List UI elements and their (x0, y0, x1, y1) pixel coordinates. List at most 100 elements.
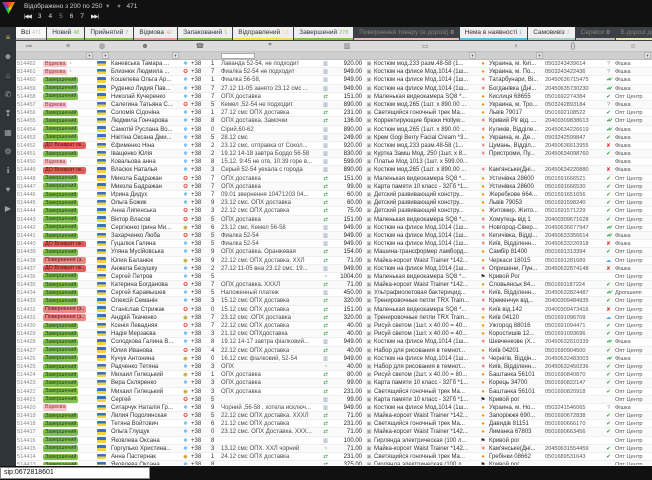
order-row[interactable]: 514415 Завершений Горгулько Христина... … (16, 445, 652, 453)
order-row[interactable]: 514414 Завершений Анна Пастернак ◉ +38 1… (16, 453, 652, 461)
status-tab[interactable]: Завершений278 (294, 27, 353, 40)
filter-caret-icon[interactable]: ▾ (172, 52, 179, 59)
order-row[interactable]: 514436 Завершений Сергей Петров ❄ +38 5 … (16, 273, 652, 281)
video-icon[interactable]: ▶ (2, 204, 14, 214)
page-button[interactable]: 5 (59, 13, 63, 20)
order-row[interactable]: 514428 Завершений Солодкова Галина В... … (16, 338, 652, 346)
col-manager-icon[interactable]: ☺ (614, 41, 652, 51)
order-row[interactable]: 514461 Відмова◔ Близнюк Людмила ... ✪ +3… (16, 68, 652, 76)
shown-range[interactable]: Відображено з 200 по 250 (24, 3, 102, 10)
order-row[interactable]: 514447 Завершений Микола Бадражан ✪ +38 … (16, 183, 652, 191)
order-row[interactable]: 514449 ДО Возврат ок.. Власюк Наталья ❄ … (16, 166, 652, 174)
status-tab[interactable]: Повернення товару (в дорозі)0 (354, 27, 458, 40)
sip-address[interactable]: sip:0672818601 (0, 467, 150, 479)
page-button[interactable]: 7 (80, 13, 84, 20)
order-row[interactable]: 514458 Завершений Николай Кучеренко ❄ +3… (16, 93, 652, 101)
order-row[interactable]: 514425 Завершений Радченко Тетяна ❄ +38 … (16, 363, 652, 371)
status-tab[interactable]: Самовивіз2 (528, 27, 575, 40)
status-tab[interactable]: Новий48 (47, 27, 84, 40)
status-tab[interactable]: Відмова42 (134, 27, 177, 40)
col-id-icon[interactable]: ≔ (16, 41, 42, 51)
order-row[interactable]: 514440 ДО Возврат ок.. Гуцалюк Галина ❄ … (16, 240, 652, 248)
marketing-icon[interactable]: ❢ (2, 109, 14, 119)
order-row[interactable]: 514457 Відмова Салегина Татьяна С... ✪ +… (16, 101, 652, 109)
status-tab[interactable]: В дорозі додому0 (616, 27, 652, 40)
order-row[interactable]: 514418 Завершений Тетяна Войтович ❄ +38 … (16, 420, 652, 428)
clients-icon[interactable]: ☻ (2, 52, 14, 62)
order-row[interactable]: 514441 Завершений Захарченко Люба ✪ +38 … (16, 232, 652, 240)
order-row[interactable]: 514426 Завершений Кучук Антонина ◉ +38 0… (16, 355, 652, 363)
order-row[interactable]: 514448 Завершений Микола Бадражан ✪ +38 … (16, 175, 652, 183)
order-row[interactable]: 514419 Завершений Лилия Подолинская ✪ +3… (16, 412, 652, 420)
order-row[interactable]: 514450 Відмова◔ Ковальова анна ❄ +38 8 1… (16, 158, 652, 166)
order-row[interactable]: 514434 Завершений Сергей Карамышев ❄ +38… (16, 289, 652, 297)
info-icon[interactable]: ℹ (2, 166, 14, 176)
order-row[interactable]: 514455 Завершений Людмила Гончарова ❄ +3… (16, 117, 652, 125)
order-row[interactable]: 514413 Завершений Яковлева Оксана ❄ +38 … (16, 461, 652, 465)
order-row[interactable]: 514424 Завершений Михаил Гилецький ◉ +38… (16, 371, 652, 379)
filter-caret-icon[interactable]: ▾ (536, 52, 543, 59)
order-row[interactable]: 514443 Завершений Віктор Власов ✪ +38 5 … (16, 216, 652, 224)
status-tab[interactable]: Запакований1 (178, 27, 232, 40)
page-button[interactable]: 6 (70, 13, 74, 20)
orders-icon[interactable]: ≡ (2, 33, 14, 43)
col-ttn-icon[interactable]: {} (544, 41, 602, 51)
status-tab[interactable]: Відправлений12 (233, 27, 293, 40)
page-button[interactable]: 4 (49, 13, 53, 20)
status-tab[interactable]: Всі471 (16, 27, 46, 40)
order-row[interactable]: 514431 Повернення (з.. Андрій Ткаченко ◉… (16, 314, 652, 322)
filter-caret-icon[interactable]: ▾ (469, 52, 476, 59)
order-row[interactable]: 514433 Завершений Олексій Семанін ❄ +38 … (16, 297, 652, 305)
filter-caret-icon[interactable]: ▾ (102, 52, 109, 59)
order-row[interactable]: 514460 Завершений Кошелева Ольга Ар... ❄… (16, 76, 652, 84)
order-row[interactable]: 514454 Завершений Самотій Руслана Во... … (16, 126, 652, 134)
order-row[interactable]: 514438 Повернення (з.. Юлия Баланюк ◉ +3… (16, 257, 652, 265)
order-row[interactable]: 514435 Завершений Катерина Богданова ✪ +… (16, 281, 652, 289)
order-row[interactable]: 514422 Завершений Михаил Гилецький ◉ +38… (16, 388, 652, 396)
status-tab[interactable]: Сервіси0 (576, 27, 615, 40)
col-address-icon[interactable]: ♀ (488, 41, 544, 51)
order-row[interactable]: 514421 Завершений Сергей ✪ +38 5 ▥ 99.00… (16, 396, 652, 404)
col-payment-icon[interactable]: ▥ (330, 41, 364, 51)
order-row[interactable]: 514446 Завершений Ирина Дидух ❄ +38 7 09… (16, 191, 652, 199)
col-country-icon[interactable]: ◍ (94, 41, 110, 51)
order-row[interactable]: 514416 Завершений Яковлева Оксана ❄ +38 … (16, 437, 652, 445)
order-row[interactable]: 514430 Завершений Ксенія Левадняя ✪ +38 … (16, 322, 652, 330)
settings-icon[interactable]: ⚙ (2, 147, 14, 157)
order-row[interactable]: 514420 Відмова Ситарчук Наталія Гр... ❄ … (16, 404, 652, 412)
order-row[interactable]: 514427 Завершений Юлия Иванова ✪ +38 4 2… (16, 347, 652, 355)
order-row[interactable]: 514462 Відмова◔ Каневська Тамара ... ❄ +… (16, 60, 652, 68)
first-page-icon[interactable]: |◀◀ (24, 14, 31, 20)
app-logo[interactable] (2, 2, 15, 14)
reports-icon[interactable]: ▦ (2, 128, 14, 138)
col-status-icon[interactable]: ≡ (42, 41, 94, 51)
filter-caret-icon[interactable]: ▾ (644, 52, 651, 59)
order-row[interactable]: 514439 Завершений Уляна Мусійовська ❄ +3… (16, 248, 652, 256)
comment-filter-input[interactable] (221, 53, 255, 60)
order-row[interactable]: 514432 Повернення (з.. Станіслав Стрижак… (16, 306, 652, 314)
order-row[interactable]: 514437 ДО Возврат ок.. Анжела Безушку ❄ … (16, 265, 652, 273)
order-row[interactable]: 514442 Завершений Сергіюнко Ірина Ми... … (16, 224, 652, 232)
order-row[interactable]: 514423 Завершений Вера Скляренко ❄ +38 3… (16, 379, 652, 387)
page-button[interactable]: 3 (38, 13, 42, 20)
order-row[interactable]: 514451 Завершений Іващенко Юлія ❄ +38 2 … (16, 150, 652, 158)
order-row[interactable]: 514429 Завершений Надія Мерзаєва ❄ +38 3… (16, 330, 652, 338)
order-row[interactable]: 514453 Завершений Нікітіна Оксана Дми...… (16, 134, 652, 142)
status-tab[interactable]: Нема в наявності1 (460, 27, 528, 40)
col-product-icon[interactable]: ▭ (373, 41, 477, 51)
chevron-down-icon[interactable]: ▾ (106, 3, 109, 10)
order-row[interactable]: 514445 Завершений Ольга Божик ❄ +38 9 23… (16, 199, 652, 207)
filter-icon[interactable]: ▼ (116, 4, 121, 10)
order-row[interactable]: 514456 Завершений Соломія Сідоніна ❄ +38… (16, 109, 652, 117)
order-row[interactable]: 514444 Завершений Анна Липенська ✪ +38 3… (16, 207, 652, 215)
order-row[interactable]: 514417 Завершений Ольга Глущук ❄ +38 0 2… (16, 428, 652, 436)
warehouse-icon[interactable]: ⌂ (2, 71, 14, 81)
order-row[interactable]: 514459 Завершений Руденко Лидия Пав... ❄… (16, 85, 652, 93)
filter-caret-icon[interactable]: ▾ (86, 52, 93, 59)
telephony-icon[interactable]: ✆ (2, 90, 14, 100)
col-comment-icon[interactable]: ❞ (220, 41, 320, 51)
support-icon[interactable]: ♥ (2, 185, 14, 195)
status-tab[interactable]: Прийнятий7 (85, 27, 133, 40)
col-client-icon[interactable]: ☻ (110, 41, 180, 51)
last-page-icon[interactable]: ▶▶| (91, 14, 98, 20)
